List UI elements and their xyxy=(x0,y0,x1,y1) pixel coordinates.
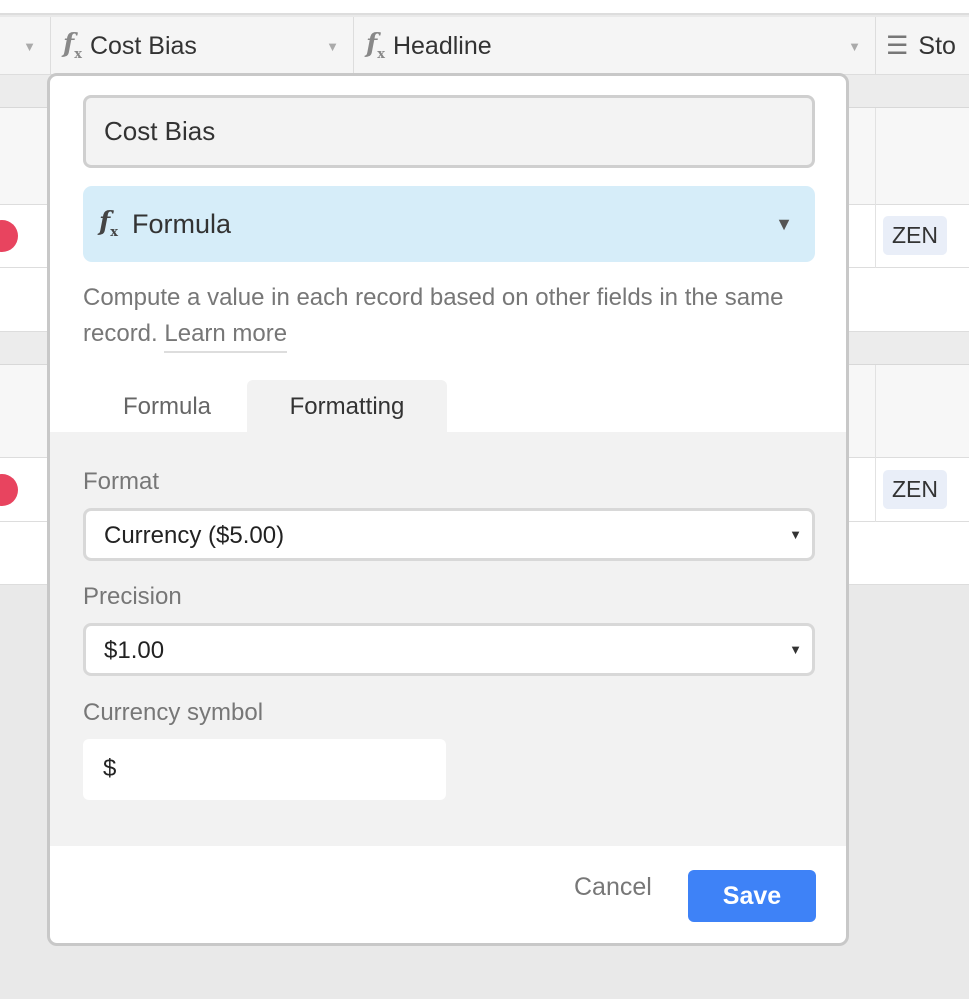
field-config-dialog: Cost Bias fx Formula ▼ Compute a value i… xyxy=(47,73,849,946)
lookup-icon: ☰ xyxy=(886,32,909,60)
status-dot xyxy=(0,474,18,506)
column-header-headline[interactable]: fx Headline ▼ xyxy=(354,17,876,75)
format-select[interactable]: Currency ($5.00) ▼ xyxy=(83,508,815,561)
column-label: Cost Bias xyxy=(89,31,197,60)
formula-icon: fx xyxy=(99,207,118,241)
precision-select[interactable]: $1.00 ▼ xyxy=(83,623,815,676)
chevron-down-icon[interactable]: ▼ xyxy=(848,39,861,54)
learn-more-link[interactable]: Learn more xyxy=(164,320,288,353)
format-label: Format xyxy=(83,468,160,495)
formula-icon: fx xyxy=(63,29,82,63)
chevron-down-icon[interactable]: ▼ xyxy=(326,39,339,54)
tab-formula[interactable]: Formula xyxy=(92,380,242,434)
formula-icon: fx xyxy=(366,29,385,63)
chevron-down-icon: ▼ xyxy=(789,642,802,657)
precision-value: $1.00 xyxy=(104,637,165,664)
cancel-button[interactable]: Cancel xyxy=(574,873,652,902)
status-dot xyxy=(0,220,18,252)
currency-symbol-label: Currency symbol xyxy=(83,699,264,726)
field-type-label: Formula xyxy=(131,208,231,239)
tab-formatting[interactable]: Formatting xyxy=(247,380,447,434)
field-type-select[interactable]: fx Formula ▼ xyxy=(83,186,815,262)
column-label: Sto xyxy=(918,31,956,60)
tab-bar: Formula Formatting xyxy=(50,380,846,434)
field-name-input[interactable]: Cost Bias xyxy=(83,95,815,168)
tag-badge: ZEN xyxy=(883,216,947,255)
chevron-down-icon: ▼ xyxy=(775,213,793,234)
chevron-down-icon[interactable]: ▼ xyxy=(23,39,36,54)
save-button[interactable]: Save xyxy=(688,870,816,922)
tag-badge: ZEN xyxy=(883,470,947,509)
precision-label: Precision xyxy=(83,583,182,610)
chevron-down-icon: ▼ xyxy=(789,527,802,542)
top-bar xyxy=(0,0,969,15)
grid-header: ▼ fx Cost Bias ▼ fx Headline ▼ ☰ Sto xyxy=(0,17,969,75)
formatting-panel: Format Currency ($5.00) ▼ Precision $1.00… xyxy=(50,432,846,846)
currency-symbol-input[interactable]: $ xyxy=(83,739,446,800)
format-value: Currency ($5.00) xyxy=(104,522,285,549)
column-header-cost-bias[interactable]: fx Cost Bias ▼ xyxy=(51,17,354,75)
field-description: Compute a value in each record based on … xyxy=(83,280,823,353)
column-label: Headline xyxy=(392,31,492,60)
column-header-sto[interactable]: ☰ Sto xyxy=(876,17,969,75)
column-header-prev[interactable]: ▼ xyxy=(0,17,51,75)
